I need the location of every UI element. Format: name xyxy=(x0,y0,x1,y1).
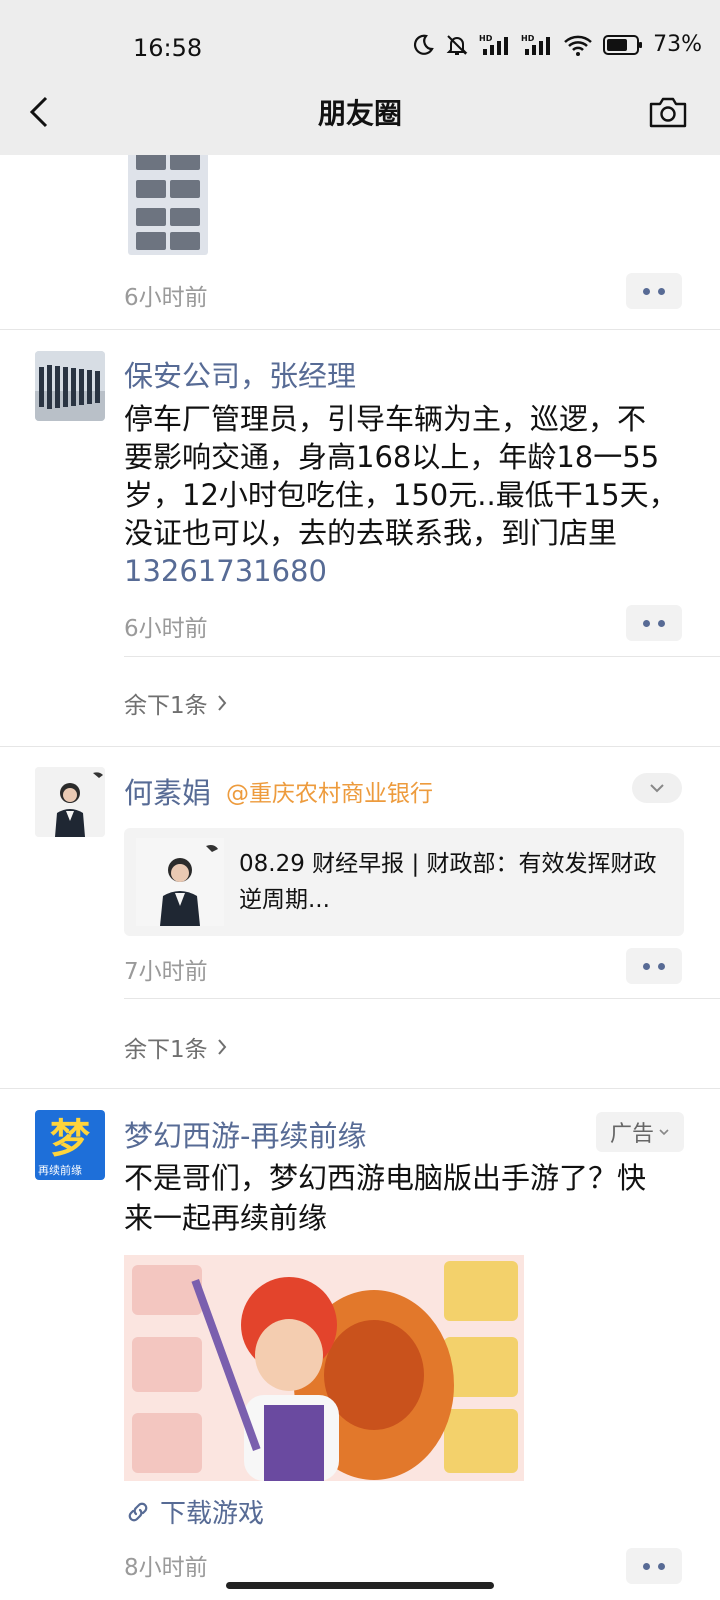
show-more-label: 余下1条 xyxy=(124,693,208,719)
download-game-label: 下载游戏 xyxy=(160,1499,265,1529)
avatar[interactable] xyxy=(35,351,105,421)
post-image[interactable] xyxy=(128,150,208,255)
svg-text:HD: HD xyxy=(521,34,535,43)
bell-muted-icon xyxy=(446,34,468,55)
page-title: 朋友圈 xyxy=(317,97,402,130)
comment-like-button[interactable] xyxy=(626,273,682,309)
ad-author[interactable]: 梦幻西游-再续前缘 xyxy=(124,1113,366,1155)
ad-badge-label: 广告 xyxy=(609,1122,654,1147)
post-mention[interactable]: @重庆农村商业银行 xyxy=(226,774,433,808)
ad-avatar[interactable]: 梦 再续前缘 xyxy=(35,1110,105,1180)
ad-text-line: 来一起再续前缘 xyxy=(124,1201,328,1235)
signal-hd-icon-2: HD xyxy=(521,34,551,55)
ad-logo-sub: 再续前缘 xyxy=(38,1164,82,1177)
status-icons: HD HD 73% xyxy=(411,32,702,57)
article-title: 08.29 财经早报 | 财政部：有效发挥财政逆周期... xyxy=(239,851,657,913)
post-text-line: 岁，12小时包吃住，150元..最低干15天， xyxy=(124,478,678,512)
chevron-down-icon xyxy=(659,1129,669,1136)
post-divider xyxy=(0,746,720,747)
article-person-icon xyxy=(136,838,224,926)
camera-button[interactable] xyxy=(648,95,688,129)
show-more-label: 余下1条 xyxy=(124,1037,208,1063)
show-more-link[interactable]: 余下1条 xyxy=(124,1030,228,1064)
comment-like-button[interactable] xyxy=(626,605,682,641)
ad-text-line: 不是哥们，梦幻西游电脑版出手游了？快 xyxy=(124,1161,647,1195)
ad-image[interactable] xyxy=(124,1255,524,1481)
shared-article-card[interactable]: 08.29 财经早报 | 财政部：有效发挥财政逆周期... xyxy=(124,828,684,936)
post-time: 8小时前 xyxy=(124,1555,208,1581)
post-text-line: 停车厂管理员，引导车辆为主，巡逻，不 xyxy=(124,402,647,436)
chevron-down-icon xyxy=(650,784,664,793)
post-text-line: 没证也可以，去的去联系我，到门店里 xyxy=(124,516,618,550)
comment-like-button[interactable] xyxy=(626,948,682,984)
avatar-image-icon xyxy=(35,351,105,421)
post-divider xyxy=(124,998,720,999)
battery-percentage: 73% xyxy=(653,32,702,57)
post-time: 6小时前 xyxy=(124,616,208,642)
wifi-icon xyxy=(564,35,592,56)
phone-link[interactable]: 13261731680 xyxy=(124,552,327,590)
post-text-line: 要影响交通，身高168以上，年龄18一55 xyxy=(124,440,660,474)
svg-text:HD: HD xyxy=(479,34,493,43)
post-divider xyxy=(0,1088,720,1089)
battery-icon xyxy=(603,34,643,55)
game-artwork-icon xyxy=(124,1255,524,1481)
comment-like-button[interactable] xyxy=(626,1548,682,1584)
avatar-person-icon xyxy=(35,767,105,837)
post-divider xyxy=(0,329,720,330)
camera-icon xyxy=(649,97,687,128)
app-header: 16:58 HD HD 73% 朋友圈 xyxy=(0,0,720,155)
chevron-right-icon xyxy=(217,1039,226,1055)
signal-hd-icon: HD xyxy=(479,34,509,55)
post-author[interactable]: 保安公司，张经理 xyxy=(124,353,356,395)
link-icon xyxy=(128,1502,148,1521)
chevron-right-icon xyxy=(217,695,226,711)
avatar[interactable] xyxy=(35,767,105,837)
post-time: 7小时前 xyxy=(124,959,208,985)
download-game-link[interactable]: 下载游戏 xyxy=(126,1493,264,1530)
home-indicator[interactable] xyxy=(226,1582,494,1589)
show-more-link[interactable]: 余下1条 xyxy=(124,686,228,720)
ad-badge[interactable]: 广告 xyxy=(596,1112,684,1152)
moon-icon xyxy=(414,34,434,55)
post-time: 6小时前 xyxy=(124,285,208,311)
post-divider xyxy=(124,656,720,657)
post-author[interactable]: 何素娟 xyxy=(124,770,211,812)
post-options-button[interactable] xyxy=(632,773,682,803)
status-time: 16:58 xyxy=(133,34,203,62)
article-thumbnail xyxy=(136,838,224,926)
ad-logo-char: 梦 xyxy=(50,1116,90,1162)
